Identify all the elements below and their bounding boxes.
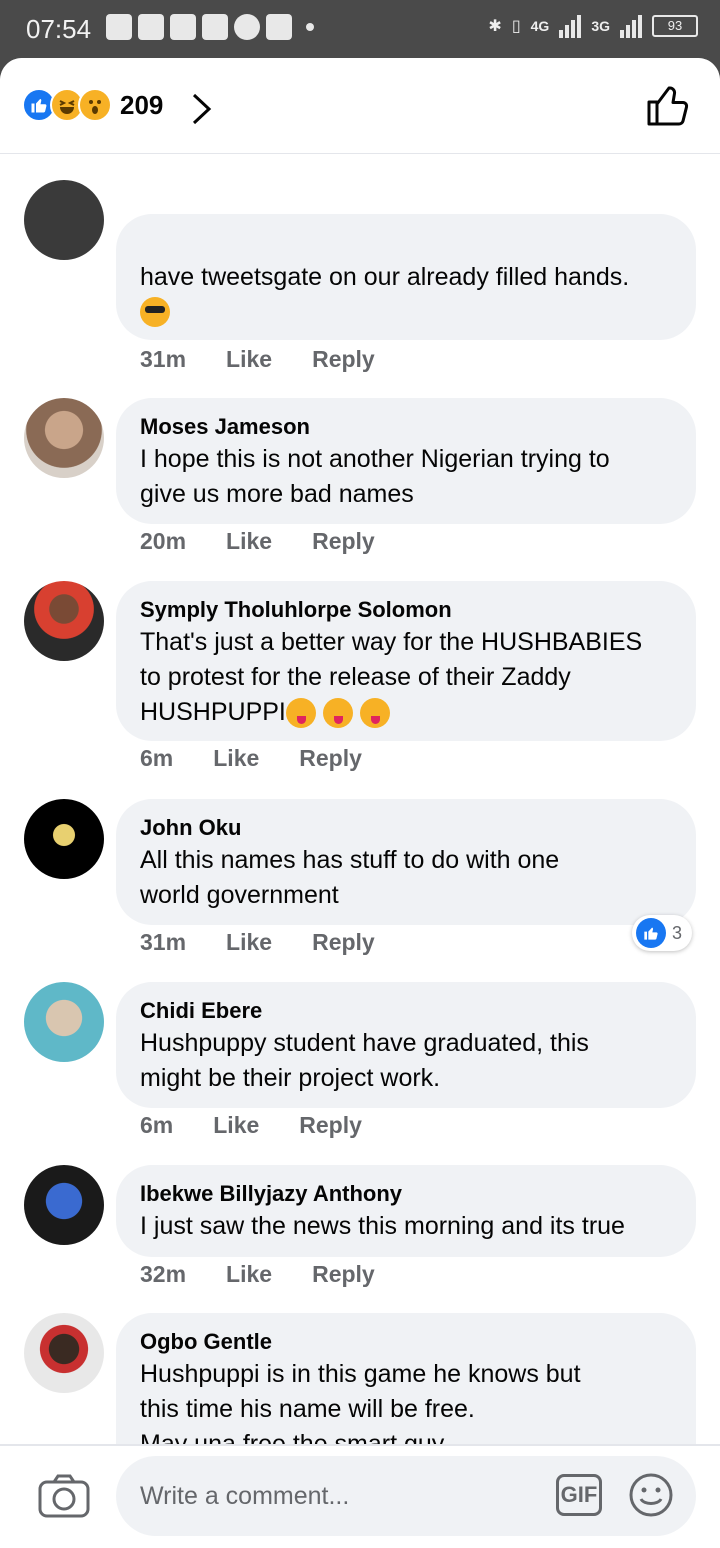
comment-time: 31m: [140, 929, 187, 955]
comment-time: 32m: [140, 1261, 187, 1287]
comment-actions: 31m Like Reply: [140, 346, 375, 373]
comment-text: All this names has stuff to do with one …: [140, 846, 560, 909]
vibrate-icon: ▯: [511, 18, 521, 35]
tongue-emoji-icon: [359, 698, 390, 729]
avatar[interactable]: [24, 180, 104, 260]
commenter-name[interactable]: Moses Jameson: [140, 412, 672, 442]
app-notification-icon: [202, 14, 228, 40]
comment-time: 20m: [140, 528, 187, 554]
avatar[interactable]: [24, 982, 104, 1062]
reply-comment-link[interactable]: Reply: [299, 1112, 362, 1139]
like-count: 3: [671, 922, 682, 943]
comment-composer: GIF: [0, 1444, 720, 1548]
signal-icon: [559, 14, 582, 38]
bluetooth-icon: ✱: [488, 18, 502, 35]
like-post-button[interactable]: [646, 84, 690, 133]
image-notification-icon: [106, 14, 132, 40]
status-bar: 07:54 ✱ ▯ 4G 3G 93: [0, 0, 720, 58]
comment-bubble: Moses Jameson I hope this is not another…: [116, 398, 696, 524]
like-comment-link[interactable]: Like: [226, 528, 272, 555]
comment-actions: 31m Like Reply: [140, 929, 375, 956]
reply-comment-link[interactable]: Reply: [299, 745, 362, 772]
commenter-name[interactable]: Ogbo Gentle: [140, 1327, 672, 1357]
comment-actions: 32m Like Reply: [140, 1261, 375, 1288]
thumbs-up-icon: [647, 86, 689, 126]
reaction-summary[interactable]: 209: [22, 88, 163, 122]
reactions-header: 209: [0, 58, 720, 154]
cool-emoji-icon: [140, 297, 170, 327]
comment-actions: 6m Like Reply: [140, 745, 362, 772]
wow-icon: [78, 88, 112, 122]
status-time: 07:54: [26, 14, 92, 44]
comment-text: That's just a better way for the HUSHBAB…: [140, 625, 672, 730]
network-3g-label: 3G: [591, 18, 610, 34]
comment-bubble: have tweetsgate on our already filled ha…: [116, 214, 696, 340]
comments-sheet: 209 have tweetsgate on our already fille…: [0, 58, 720, 1548]
gif-button[interactable]: GIF: [556, 1474, 602, 1516]
comment-time: 31m: [140, 346, 187, 372]
avatar[interactable]: [24, 799, 104, 879]
comment-actions: 6m Like Reply: [140, 1112, 362, 1139]
commenter-name[interactable]: John Oku: [140, 813, 672, 843]
reply-comment-link[interactable]: Reply: [312, 346, 375, 373]
reply-comment-link[interactable]: Reply: [312, 929, 375, 956]
more-notifications-icon: [306, 23, 314, 31]
system-icons: ✱ ▯ 4G 3G 93: [488, 14, 698, 38]
like-comment-link[interactable]: Like: [226, 1261, 272, 1288]
commenter-name[interactable]: Ibekwe Billyjazy Anthony: [140, 1179, 672, 1209]
tongue-emoji-icon: [285, 698, 316, 729]
avatar[interactable]: [24, 398, 104, 478]
emoji-smile-icon[interactable]: [628, 1472, 674, 1523]
avatar[interactable]: [24, 581, 104, 661]
comment-text: Hushpuppy student have graduated, this m…: [140, 1029, 589, 1092]
comment-text: I hope this is not another Nigerian tryi…: [140, 445, 610, 508]
comment-time: 6m: [140, 745, 174, 771]
comment-bubble: Chidi Ebere Hushpuppy student have gradu…: [116, 982, 696, 1108]
comment-bubble: Symply Tholuhlorpe Solomon That's just a…: [116, 581, 696, 741]
commenter-name[interactable]: Chidi Ebere: [140, 996, 672, 1026]
comment-like-badge[interactable]: 3: [631, 915, 692, 951]
commenter-name[interactable]: Symply Tholuhlorpe Solomon: [140, 595, 672, 625]
like-icon: [635, 918, 666, 948]
comment-text: have tweetsgate on our already filled ha…: [140, 263, 630, 291]
tongue-emoji-icon: [322, 698, 353, 729]
avatar[interactable]: [24, 1313, 104, 1393]
like-comment-link[interactable]: Like: [226, 346, 272, 373]
chevron-right-icon[interactable]: [190, 92, 214, 131]
comment-actions: 20m Like Reply: [140, 528, 375, 555]
comment-time: 6m: [140, 1112, 174, 1138]
app-notification-icon: [138, 14, 164, 40]
signal-icon: [620, 14, 642, 38]
like-comment-link[interactable]: Like: [226, 929, 272, 956]
comment-bubble: John Oku All this names has stuff to do …: [116, 799, 696, 925]
comment-text: I just saw the news this morning and its…: [140, 1212, 625, 1240]
like-comment-link[interactable]: Like: [213, 745, 259, 772]
comment-bubble: Ibekwe Billyjazy Anthony I just saw the …: [116, 1165, 696, 1257]
notification-icons: [106, 14, 314, 40]
reply-comment-link[interactable]: Reply: [312, 528, 375, 555]
reply-comment-link[interactable]: Reply: [312, 1261, 375, 1288]
app-notification-icon: [170, 14, 196, 40]
battery-icon: 93: [652, 15, 698, 37]
app-notification-icon: [266, 14, 292, 40]
network-4g-label: 4G: [530, 18, 550, 34]
comment-input[interactable]: [140, 1476, 540, 1516]
camera-icon[interactable]: [38, 1474, 90, 1523]
like-comment-link[interactable]: Like: [213, 1112, 259, 1139]
avatar[interactable]: [24, 1165, 104, 1245]
app-notification-icon: [234, 14, 260, 40]
reaction-count: 209: [120, 89, 164, 120]
comment-input-container[interactable]: GIF: [116, 1456, 696, 1536]
